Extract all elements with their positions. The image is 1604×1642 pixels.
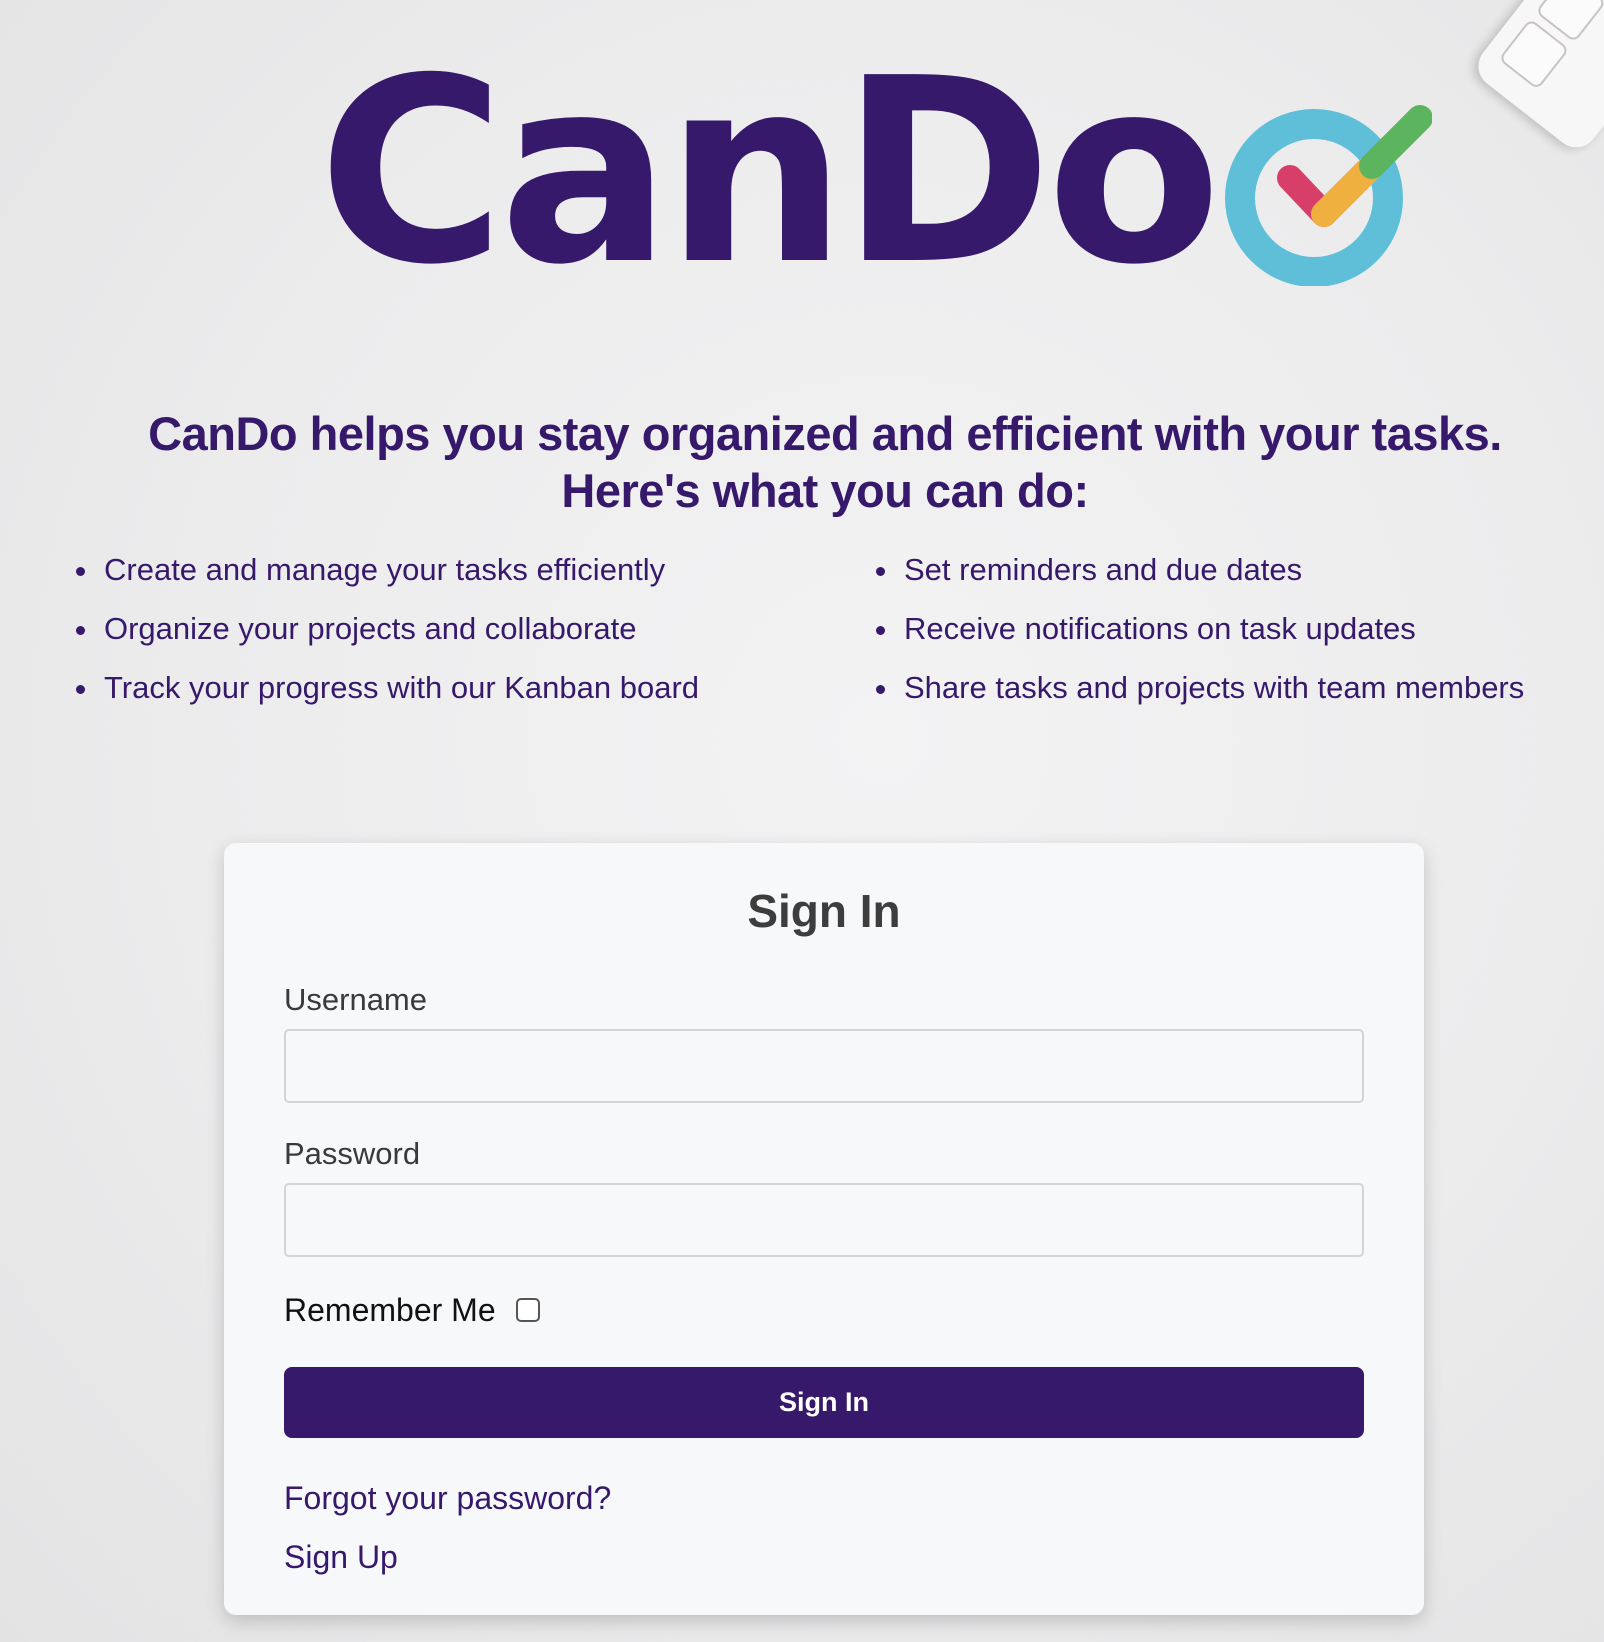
feature-text: Receive notifications on task updates	[904, 611, 1416, 646]
cando-logo: CanDo	[318, 42, 1432, 302]
remember-me-checkbox[interactable]	[515, 1298, 540, 1322]
feature-item: Organize your projects and collaborate	[72, 609, 872, 668]
feature-list: Create and manage your tasks efficiently…	[72, 550, 1592, 727]
feature-item: Create and manage your tasks efficiently	[72, 550, 872, 609]
logo-wordmark: CanDo	[318, 23, 1222, 321]
feature-text: Organize your projects and collaborate	[104, 611, 637, 646]
bullet-icon	[876, 626, 885, 635]
checkmark-ring-icon	[1224, 105, 1432, 286]
signin-button[interactable]: Sign In	[284, 1367, 1364, 1438]
feature-item: Receive notifications on task updates	[872, 609, 1524, 668]
bullet-icon	[76, 685, 85, 694]
feature-column-left: Create and manage your tasks efficiently…	[72, 550, 872, 727]
headline-line-1: CanDo helps you stay organized and effic…	[148, 407, 1502, 460]
feature-item: Set reminders and due dates	[872, 550, 1524, 609]
remember-me-label: Remember Me	[284, 1292, 496, 1328]
headline-line-2: Here's what you can do:	[561, 464, 1089, 517]
feature-text: Set reminders and due dates	[904, 552, 1303, 587]
feature-item: Share tasks and projects with team membe…	[872, 668, 1524, 727]
signup-link[interactable]: Sign Up	[284, 1537, 398, 1577]
password-label: Password	[284, 1136, 421, 1171]
feature-item: Track your progress with our Kanban boar…	[72, 668, 872, 727]
signin-title: Sign In	[747, 885, 901, 937]
bullet-icon	[76, 626, 85, 635]
remember-me-row: Remember Me	[284, 1288, 540, 1332]
feature-text: Track your progress with our Kanban boar…	[104, 670, 700, 705]
feature-column-right: Set reminders and due dates Receive noti…	[872, 550, 1524, 727]
forgot-password-link[interactable]: Forgot your password?	[284, 1478, 611, 1518]
bullet-icon	[876, 685, 885, 694]
username-label: Username	[284, 982, 427, 1017]
feature-text: Create and manage your tasks efficiently	[104, 552, 666, 587]
signin-card: Sign In Username Password Remember Me Si…	[224, 843, 1424, 1615]
intro-headline: CanDo helps you stay organized and effic…	[0, 405, 1604, 519]
keyboard-corner-decoration	[1469, 0, 1604, 157]
username-input[interactable]	[284, 1029, 1364, 1103]
bullet-icon	[876, 567, 885, 576]
bullet-icon	[76, 567, 85, 576]
feature-text: Share tasks and projects with team membe…	[904, 670, 1525, 705]
password-input[interactable]	[284, 1183, 1364, 1257]
